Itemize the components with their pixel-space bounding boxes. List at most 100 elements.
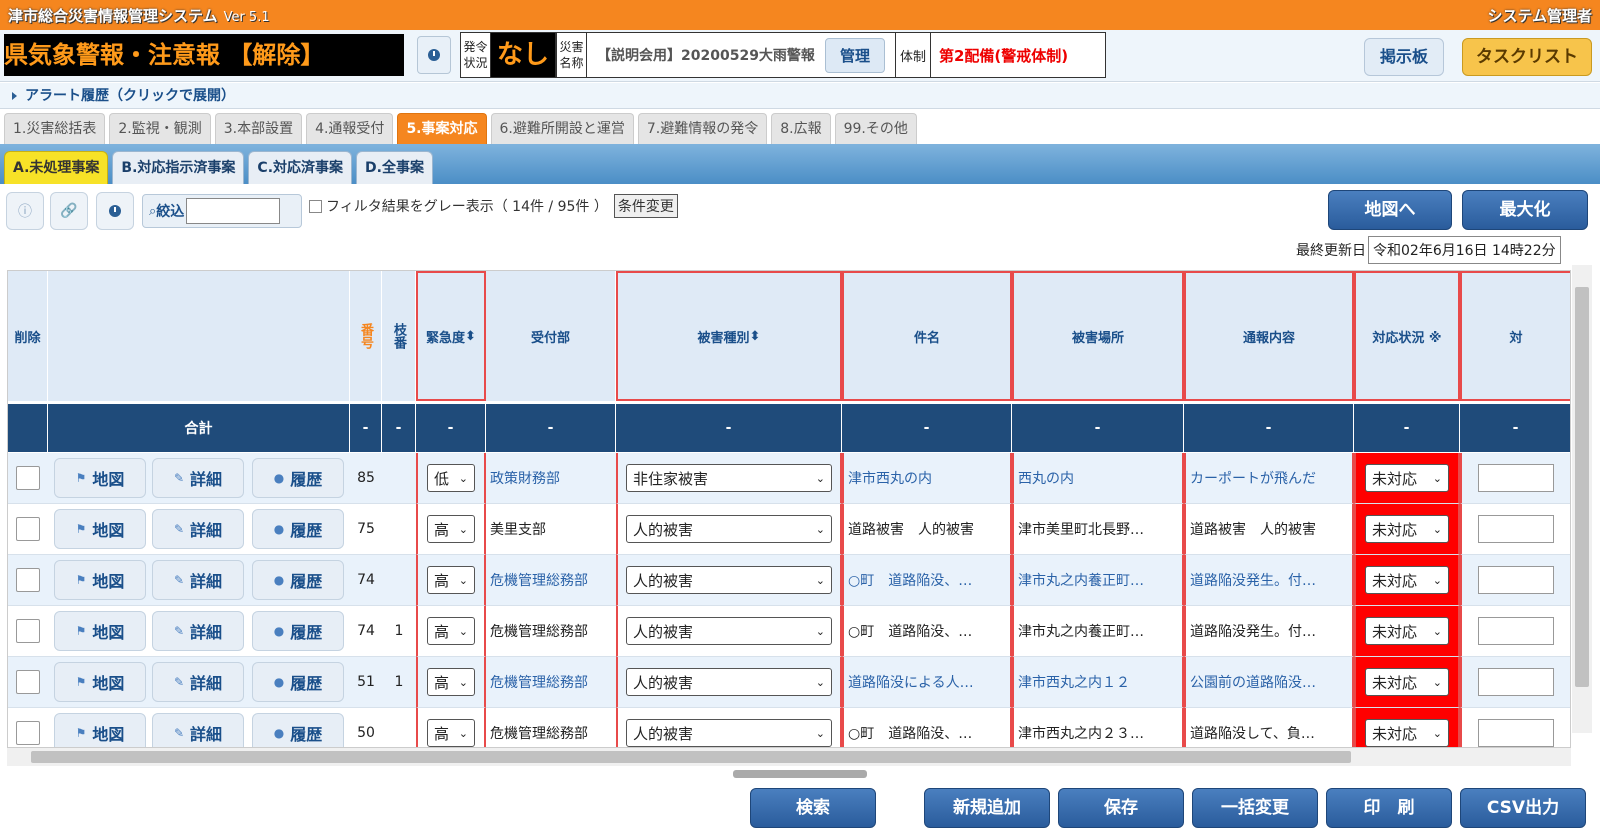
subtab-a[interactable]: A.未処理事案 (4, 151, 109, 184)
map-button[interactable]: ⚑ 地図 (54, 713, 146, 747)
delete-checkbox[interactable] (16, 517, 40, 541)
tab-2[interactable]: 2.監視・観測 (109, 113, 211, 144)
detail-button[interactable]: ✎ 詳細 (152, 458, 244, 498)
map-button[interactable]: 地図へ (1328, 190, 1452, 230)
user-name[interactable]: システム管理者 (1487, 5, 1592, 26)
next-input[interactable] (1478, 515, 1554, 543)
horizontal-scrollbar[interactable] (7, 748, 1571, 766)
damage-type-select[interactable]: 非住家被害 ⌄ (626, 464, 832, 492)
header-delete[interactable]: 削除 (8, 271, 48, 401)
header-next[interactable]: 対 (1460, 271, 1570, 401)
header-title[interactable]: 件名 (842, 271, 1012, 401)
map-button[interactable]: ⚑ 地図 (54, 662, 146, 702)
urgency-select[interactable]: 高 ⌄ (427, 566, 475, 594)
filter-input[interactable] (186, 198, 281, 224)
status-select[interactable]: 未対応 ⌄ (1365, 719, 1449, 747)
urgency-select[interactable]: 低 ⌄ (427, 464, 475, 492)
history-button[interactable]: ● 履歴 (252, 509, 344, 549)
header-number[interactable]: 番号 (350, 271, 382, 401)
header-dept[interactable]: 受付部 (486, 271, 616, 401)
gray-filter-checkbox[interactable] (309, 199, 322, 213)
sort-icon[interactable]: ⬍ (465, 329, 476, 344)
manage-button[interactable]: 管理 (824, 37, 885, 73)
tab-3[interactable]: 3.本部設置 (214, 113, 303, 144)
search-button[interactable]: 検索 (750, 788, 876, 828)
map-button[interactable]: ⚑ 地図 (54, 560, 146, 600)
damage-type-select[interactable]: 人的被害 ⌄ (626, 668, 832, 696)
tab-1[interactable]: 1.災害総括表 (4, 113, 106, 144)
next-input[interactable] (1478, 566, 1554, 594)
tab-4[interactable]: 4.通報受付 (306, 113, 394, 144)
tab-6[interactable]: 6.避難所開設と運営 (490, 113, 634, 144)
damage-type-select[interactable]: 人的被害 ⌄ (626, 617, 832, 645)
subtab-b[interactable]: B.対応指示済事案 (112, 151, 245, 184)
task-list-button[interactable]: タスクリスト (1462, 38, 1592, 76)
subtab-d[interactable]: D.全事案 (356, 151, 433, 184)
urgency-select[interactable]: 高 ⌄ (427, 515, 475, 543)
csv-export-button[interactable]: CSV出力 (1460, 788, 1586, 828)
urgency-select[interactable]: 高 ⌄ (427, 719, 475, 747)
header-urgency[interactable]: 緊急度 ⬍ (416, 271, 486, 401)
detail-button[interactable]: ✎ 詳細 (152, 662, 244, 702)
status-select[interactable]: 未対応 ⌄ (1365, 617, 1449, 645)
header-place[interactable]: 被害場所 (1012, 271, 1184, 401)
damage-type-select[interactable]: 人的被害 ⌄ (626, 515, 832, 543)
vertical-scrollbar[interactable] (1572, 265, 1592, 733)
clock-button[interactable] (417, 36, 451, 74)
tab-7[interactable]: 7.避難情報の発令 (637, 113, 768, 144)
bulk-change-button[interactable]: 一括変更 (1192, 788, 1318, 828)
next-input[interactable] (1478, 668, 1554, 696)
header-status[interactable]: 対応状況 ※ (1354, 271, 1460, 401)
save-button[interactable]: 保存 (1058, 788, 1184, 828)
subtab-c[interactable]: C.対応済事案 (248, 151, 353, 184)
header-branch[interactable]: 枝番 (382, 271, 416, 401)
delete-checkbox[interactable] (16, 466, 40, 490)
status-select[interactable]: 未対応 ⌄ (1365, 566, 1449, 594)
delete-checkbox[interactable] (16, 670, 40, 694)
history-button[interactable]: ● 履歴 (252, 662, 344, 702)
history-button[interactable]: ● 履歴 (252, 713, 344, 747)
status-select[interactable]: 未対応 ⌄ (1365, 668, 1449, 696)
map-button[interactable]: ⚑ 地図 (54, 611, 146, 651)
header-damage-type[interactable]: 被害種別 ⬍ (616, 271, 842, 401)
next-input[interactable] (1478, 464, 1554, 492)
print-button[interactable]: 印 刷 (1326, 788, 1452, 828)
bulletin-board-button[interactable]: 掲示板 (1364, 38, 1444, 76)
tab-8[interactable]: 8.広報 (771, 113, 831, 144)
map-button[interactable]: ⚑ 地図 (54, 458, 146, 498)
header-actions[interactable] (48, 271, 350, 401)
status-select[interactable]: 未対応 ⌄ (1365, 515, 1449, 543)
horizontal-scroll-thumb[interactable] (31, 751, 1351, 763)
damage-type-select[interactable]: 人的被害 ⌄ (626, 566, 832, 594)
maximize-button[interactable]: 最大化 (1462, 190, 1588, 230)
delete-checkbox[interactable] (16, 568, 40, 592)
clock-icon[interactable] (96, 192, 134, 230)
alert-history-toggle[interactable]: アラート履歴（クリックで展開） (0, 83, 1600, 109)
urgency-select[interactable]: 高 ⌄ (427, 617, 475, 645)
detail-button[interactable]: ✎ 詳細 (152, 611, 244, 651)
condition-change-button[interactable]: 条件変更 (613, 194, 678, 218)
next-input[interactable] (1478, 719, 1554, 747)
vertical-scroll-thumb[interactable] (1575, 287, 1589, 687)
header-report[interactable]: 通報内容 (1184, 271, 1354, 401)
tab-5[interactable]: 5.事案対応 (397, 113, 487, 144)
add-new-button[interactable]: 新規追加 (924, 788, 1050, 828)
detail-button[interactable]: ✎ 詳細 (152, 713, 244, 747)
tab-99[interactable]: 99.その他 (834, 113, 917, 144)
status-select[interactable]: 未対応 ⌄ (1365, 464, 1449, 492)
history-button[interactable]: ● 履歴 (252, 611, 344, 651)
detail-button[interactable]: ✎ 詳細 (152, 560, 244, 600)
delete-checkbox[interactable] (16, 619, 40, 643)
sort-icon[interactable]: ⬍ (750, 329, 761, 344)
map-button[interactable]: ⚑ 地図 (54, 509, 146, 549)
damage-type-select[interactable]: 人的被害 ⌄ (626, 719, 832, 747)
history-button[interactable]: ● 履歴 (252, 458, 344, 498)
detail-button[interactable]: ✎ 詳細 (152, 509, 244, 549)
pane-splitter[interactable] (733, 770, 867, 778)
info-icon[interactable]: ⓘ (6, 192, 44, 230)
urgency-select[interactable]: 高 ⌄ (427, 668, 475, 696)
delete-checkbox[interactable] (16, 721, 40, 745)
history-button[interactable]: ● 履歴 (252, 560, 344, 600)
next-input[interactable] (1478, 617, 1554, 645)
link-icon[interactable]: 🔗 (50, 192, 88, 230)
